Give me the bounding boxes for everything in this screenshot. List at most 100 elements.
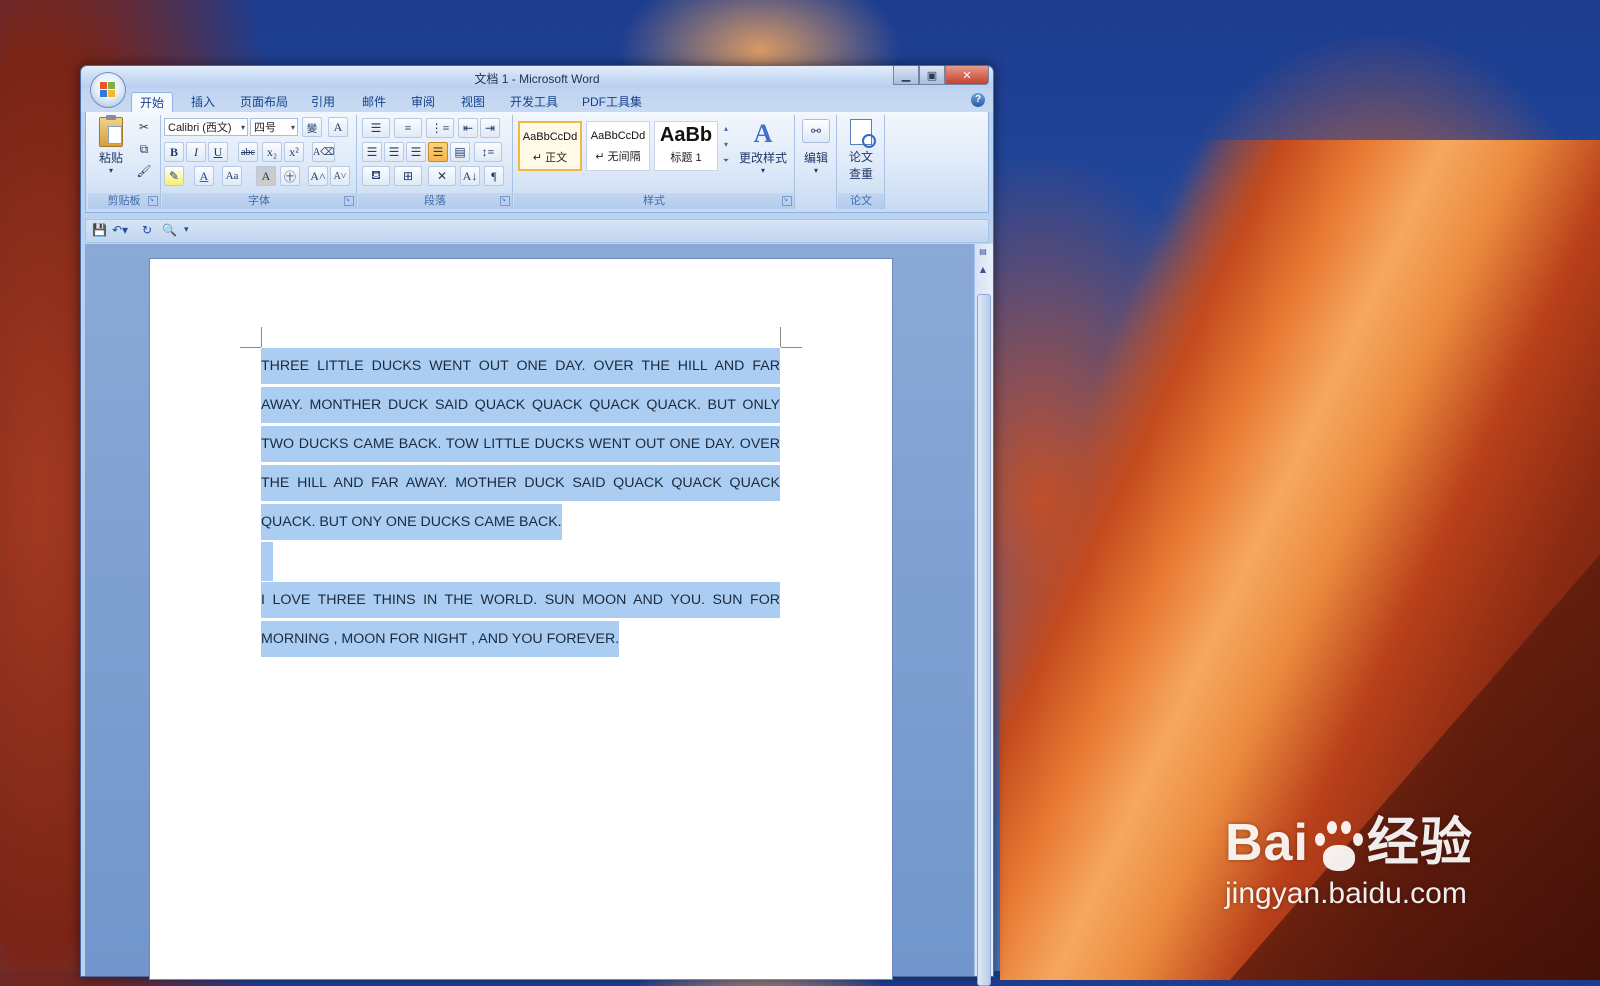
- title-bar[interactable]: 文档 1 - Microsoft Word ▁ ▣ ✕: [81, 66, 993, 88]
- document-area: THREE LITTLE DUCKS WENT OUT ONE DAY. OVE…: [85, 244, 975, 980]
- paragraph-2-empty[interactable]: [261, 542, 780, 581]
- decrease-indent-button[interactable]: ⇤: [458, 118, 478, 138]
- clear-formatting-button[interactable]: A⌫: [312, 142, 336, 162]
- thesis-check-label: 论文: [848, 150, 873, 164]
- sort-button[interactable]: A↓: [460, 166, 480, 186]
- maximize-button[interactable]: ▣: [919, 66, 945, 85]
- styles-dialog-launcher[interactable]: ↘: [782, 196, 792, 206]
- highlight-button[interactable]: ✎: [164, 166, 184, 186]
- line-spacing-button[interactable]: ↕≡: [474, 142, 502, 162]
- format-painter-button[interactable]: 🖌: [134, 161, 154, 181]
- copy-button[interactable]: ⧉: [134, 139, 154, 159]
- multilevel-list-button[interactable]: ⋮≡: [426, 118, 454, 138]
- tab-developer[interactable]: 开发工具: [502, 92, 566, 112]
- customize-qat-icon[interactable]: ▾: [184, 225, 189, 235]
- redo-icon[interactable]: ↻: [142, 223, 152, 237]
- change-styles-button[interactable]: A 更改样式 ▾: [736, 119, 790, 175]
- close-button[interactable]: ✕: [945, 66, 989, 85]
- minimize-button[interactable]: ▁: [893, 66, 919, 85]
- tab-references[interactable]: 引用: [303, 92, 343, 112]
- font-name-value: Calibri (西文): [168, 122, 232, 134]
- group-paragraph: ☰ ≡ ⋮≡ ⇤ ⇥ ☰ ☰ ☰ ☰ ▤ ↕≡ ⛾ ⊞ ✕ A↓ ¶ 段落 ↘: [358, 115, 513, 209]
- paste-button[interactable]: 粘贴 ▾: [94, 115, 128, 175]
- align-right-button[interactable]: ☰: [406, 142, 426, 162]
- document-body[interactable]: THREE LITTLE DUCKS WENT OUT ONE DAY. OVE…: [261, 347, 780, 659]
- office-button[interactable]: [90, 72, 126, 108]
- thesis-check-label2: 查重: [848, 167, 873, 181]
- document-page[interactable]: THREE LITTLE DUCKS WENT OUT ONE DAY. OVE…: [149, 258, 893, 980]
- style-normal[interactable]: AaBbCcDd ↵ 正文: [518, 121, 582, 171]
- selected-text: I LOVE THREE THINS IN THE WORLD. SUN MOO…: [261, 582, 780, 657]
- group-font: Calibri (西文) ▾ 四号 ▾ 變 A B I U abc x₂ x² A⌫…: [162, 115, 357, 209]
- tab-insert[interactable]: 插入: [183, 92, 223, 112]
- office-logo-icon: [100, 82, 116, 98]
- distributed-button[interactable]: ▤: [450, 142, 470, 162]
- tab-mailings[interactable]: 邮件: [354, 92, 394, 112]
- shading-button[interactable]: ⛾: [362, 166, 390, 186]
- tab-home[interactable]: 开始: [131, 92, 174, 113]
- cut-button[interactable]: ✂: [134, 117, 154, 137]
- vertical-scrollbar[interactable]: ▤ ▲: [974, 244, 993, 986]
- save-icon[interactable]: 💾: [92, 223, 107, 237]
- grow-font-button[interactable]: A˄: [308, 166, 328, 186]
- minimize-icon: ▁: [901, 68, 911, 82]
- binoculars-icon: ⚯: [802, 119, 830, 143]
- ruler-toggle-icon[interactable]: ▤: [977, 246, 989, 258]
- watermark-logo: Bai 经验: [1225, 800, 1473, 875]
- paragraph-1[interactable]: THREE LITTLE DUCKS WENT OUT ONE DAY. OVE…: [261, 347, 780, 542]
- bullets-button[interactable]: ☰: [362, 118, 390, 138]
- borders-button[interactable]: ⊞: [394, 166, 422, 186]
- font-name-combo[interactable]: Calibri (西文) ▾: [164, 118, 248, 136]
- scroll-up-icon[interactable]: ▲: [977, 264, 989, 276]
- paragraph-dialog-launcher[interactable]: ↘: [500, 196, 510, 206]
- group-label-thesis: 论文: [838, 193, 884, 209]
- chinese-layout-button[interactable]: ✕: [428, 166, 456, 186]
- subscript-button[interactable]: x₂: [262, 142, 282, 162]
- editing-button[interactable]: ⚯ 编辑 ▾: [798, 119, 834, 175]
- paragraph-3[interactable]: I LOVE THREE THINS IN THE WORLD. SUN MOO…: [261, 581, 780, 659]
- tab-page-layout[interactable]: 页面布局: [232, 92, 296, 112]
- tab-view[interactable]: 视图: [453, 92, 493, 112]
- border-grid-icon: ⊞: [402, 168, 414, 183]
- strikethrough-button[interactable]: abc: [238, 142, 258, 162]
- scrollbar-thumb[interactable]: [977, 294, 991, 986]
- style-sample: AaBb: [659, 124, 713, 146]
- phonetic-guide-button[interactable]: 變: [302, 117, 322, 137]
- thesis-check-button[interactable]: 论文 查重: [840, 119, 882, 182]
- char-border-button[interactable]: A: [328, 117, 348, 137]
- enclose-chars-button[interactable]: ㊉: [280, 166, 300, 186]
- align-left-button[interactable]: ☰: [362, 142, 382, 162]
- tab-review[interactable]: 审阅: [403, 92, 443, 112]
- font-size-combo[interactable]: 四号 ▾: [250, 118, 298, 136]
- tab-pdf-tools[interactable]: PDF工具集: [574, 92, 650, 112]
- bold-button[interactable]: B: [164, 142, 184, 162]
- style-no-spacing[interactable]: AaBbCcDd ↵ 无间隔: [586, 121, 650, 171]
- increase-indent-button[interactable]: ⇥: [480, 118, 500, 138]
- clipboard-dialog-launcher[interactable]: ↘: [148, 196, 158, 206]
- bullet-list-icon: ☰: [370, 120, 382, 135]
- print-preview-icon[interactable]: 🔍: [162, 223, 177, 237]
- numbering-button[interactable]: ≡: [394, 118, 422, 138]
- underline-button[interactable]: U: [208, 142, 228, 162]
- ribbon-tabs: 开始 插入 页面布局 引用 邮件 审阅 视图 开发工具 PDF工具集 ?: [81, 88, 993, 113]
- font-color-button[interactable]: A: [194, 166, 214, 186]
- italic-button[interactable]: I: [186, 142, 206, 162]
- shrink-font-button[interactable]: A˅: [330, 166, 350, 186]
- undo-icon[interactable]: ↶▾: [112, 223, 128, 237]
- styles-gallery-scroll[interactable]: ▴ ▾ ⏷: [720, 121, 732, 171]
- clipboard-icon: [99, 115, 123, 147]
- quick-access-toolbar: 💾 ↶▾ ↻ 🔍 ▾: [85, 219, 989, 243]
- show-marks-button[interactable]: ¶: [484, 166, 504, 186]
- help-icon[interactable]: ?: [971, 93, 985, 107]
- style-sample: AaBbCcDd: [522, 131, 578, 143]
- window-title: 文档 1 - Microsoft Word: [474, 72, 600, 86]
- scissors-icon: ✂: [138, 119, 150, 134]
- justify-button[interactable]: ☰: [428, 142, 448, 162]
- style-heading-1[interactable]: AaBb 标题 1: [654, 121, 718, 171]
- watermark-brand-2: 经验: [1366, 814, 1473, 872]
- char-shading-button[interactable]: A: [256, 166, 276, 186]
- superscript-button[interactable]: x²: [284, 142, 304, 162]
- align-center-button[interactable]: ☰: [384, 142, 404, 162]
- change-case-button[interactable]: Aa: [222, 166, 242, 186]
- font-dialog-launcher[interactable]: ↘: [344, 196, 354, 206]
